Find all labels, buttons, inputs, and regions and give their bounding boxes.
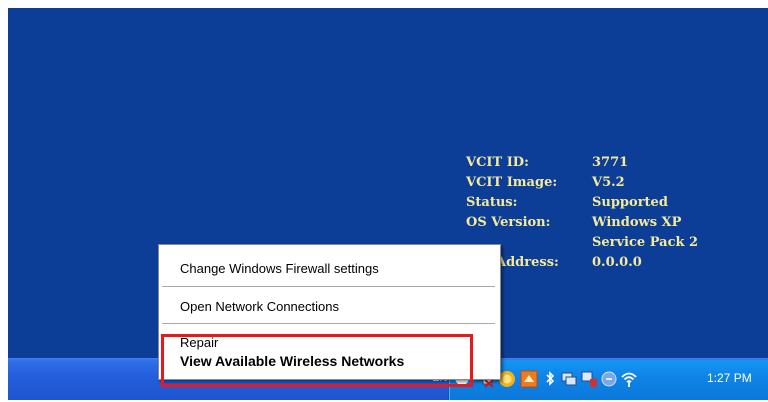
menu-separator [162, 286, 495, 287]
info-key: Address: [496, 255, 559, 270]
network-icon[interactable] [560, 370, 578, 388]
system-clock[interactable]: 1:27 PM [707, 371, 752, 385]
info-key: VCIT Image: [466, 175, 558, 190]
menu-item-open-network-connections[interactable]: Open Network Connections [180, 299, 339, 314]
security-alert-icon[interactable] [580, 370, 598, 388]
wireless-signal-icon[interactable] [620, 370, 638, 388]
volume-icon[interactable] [600, 370, 618, 388]
info-value: Supported [592, 195, 668, 210]
menu-item-repair[interactable]: Repair [180, 335, 218, 350]
info-value: Service Pack 2 [592, 235, 699, 250]
info-value: V5.2 [592, 175, 625, 190]
info-value: 3771 [592, 155, 629, 170]
screen: VCIT ID: 3771 VCIT Image: V5.2 Status: Supp… [8, 8, 768, 400]
menu-separator [162, 323, 495, 324]
info-value: 0.0.0.0 [592, 255, 642, 270]
menu-item-view-available-wireless-networks[interactable]: View Available Wireless Networks [180, 353, 404, 369]
app-icon[interactable] [520, 370, 538, 388]
info-key: Status: [466, 195, 518, 210]
info-key: VCIT ID: [466, 155, 529, 170]
info-key: OS Version: [466, 215, 551, 230]
bluetooth-icon[interactable] [541, 370, 559, 388]
info-value: Windows XP [592, 215, 682, 230]
network-context-menu: Change Windows Firewall settings Open Ne… [158, 244, 501, 380]
menu-item-change-firewall-settings[interactable]: Change Windows Firewall settings [180, 261, 379, 276]
